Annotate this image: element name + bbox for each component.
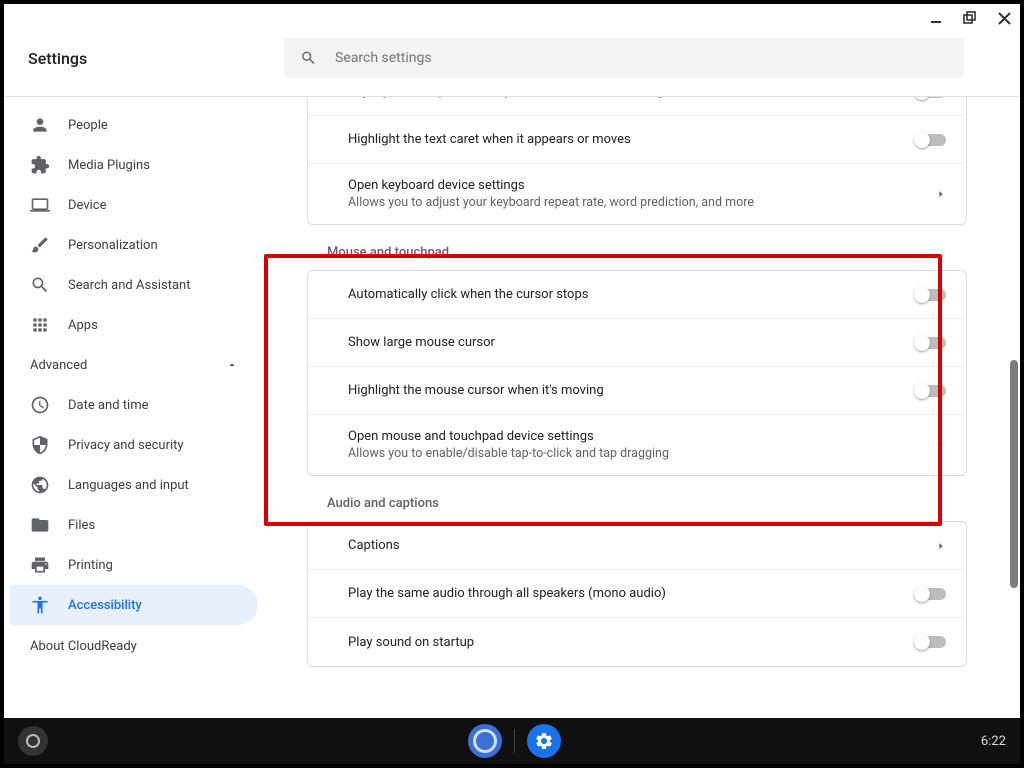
- setting-row-open-keyboard-settings[interactable]: Open keyboard device settings Allows you…: [308, 164, 966, 224]
- sidebar-item-apps[interactable]: Apps: [10, 305, 258, 345]
- setting-row-large-cursor[interactable]: Show large mouse cursor: [308, 319, 966, 367]
- taskbar-clock[interactable]: 6:22: [981, 734, 1006, 749]
- row-label: Captions: [348, 538, 400, 553]
- printer-icon: [30, 555, 50, 575]
- sidebar-item-label: Languages and input: [68, 478, 189, 493]
- sidebar-item-privacy-security[interactable]: Privacy and security: [10, 425, 258, 465]
- sidebar-item-languages-input[interactable]: Languages and input: [10, 465, 258, 505]
- setting-row-caret-highlight[interactable]: Highlight the text caret when it appears…: [308, 116, 966, 164]
- sidebar-item-label: Personalization: [68, 238, 158, 253]
- setting-row-startup-sound[interactable]: Play sound on startup: [308, 618, 966, 666]
- mouse-card: Automatically click when the cursor stop…: [307, 270, 967, 476]
- toggle[interactable]: [916, 636, 946, 648]
- globe-icon: [30, 475, 50, 495]
- header: Settings: [4, 32, 1020, 97]
- taskbar-browser[interactable]: [468, 724, 502, 758]
- brush-icon: [30, 235, 50, 255]
- chevron-right-icon: [936, 189, 946, 199]
- sidebar-item-label: Accessibility: [68, 598, 142, 613]
- page-title: Settings: [28, 49, 274, 68]
- toggle[interactable]: [916, 134, 946, 146]
- chevron-up-icon: [226, 359, 238, 371]
- toggle[interactable]: [916, 289, 946, 301]
- accessibility-icon: [30, 595, 50, 615]
- section-title-audio: Audio and captions: [307, 476, 967, 521]
- sidebar-item-people[interactable]: People: [10, 105, 258, 145]
- setting-row-cursor-highlight[interactable]: Highlight the mouse cursor when it's mov…: [308, 367, 966, 415]
- sidebar-item-label: Media Plugins: [68, 158, 150, 173]
- row-label: Highlight the text caret when it appears…: [348, 132, 631, 147]
- taskbar: 6:22: [4, 718, 1020, 764]
- sidebar-item-printing[interactable]: Printing: [10, 545, 258, 585]
- maximize-button[interactable]: [962, 10, 978, 26]
- row-label: Open mouse and touchpad device settings: [348, 429, 669, 444]
- row-sublabel: Allows you to adjust your keyboard repea…: [348, 195, 754, 210]
- clock-icon: [30, 395, 50, 415]
- search-icon: [300, 49, 317, 67]
- minimize-button[interactable]: [928, 10, 944, 26]
- sidebar-item-accessibility[interactable]: Accessibility: [10, 585, 258, 625]
- toggle[interactable]: [916, 385, 946, 397]
- sidebar-item-search-assistant[interactable]: Search and Assistant: [10, 265, 258, 305]
- setting-row-open-mouse-settings[interactable]: Open mouse and touchpad device settings …: [308, 415, 966, 475]
- setting-row-keyboard-focus-highlight[interactable]: Highlight the object with keyboard focus…: [308, 97, 966, 116]
- sidebar-item-label: Device: [68, 198, 107, 213]
- launcher-icon: [26, 734, 40, 748]
- taskbar-settings[interactable]: [527, 724, 561, 758]
- sidebar-item-label: People: [68, 118, 108, 133]
- row-label: Open keyboard device settings: [348, 178, 754, 193]
- sidebar-item-date-time[interactable]: Date and time: [10, 385, 258, 425]
- gear-icon: [534, 731, 554, 751]
- row-label: Highlight the object with keyboard focus…: [348, 97, 677, 99]
- laptop-icon: [30, 195, 50, 215]
- folder-icon: [30, 515, 50, 535]
- sidebar-advanced-label: Advanced: [30, 358, 87, 373]
- sidebar: People Media Plugins Device Personalizat…: [4, 97, 264, 764]
- sidebar-item-label: Files: [68, 518, 95, 533]
- sidebar-item-media-plugins[interactable]: Media Plugins: [10, 145, 258, 185]
- sidebar-item-label: Date and time: [68, 398, 149, 413]
- chevron-right-icon: [936, 440, 946, 450]
- sidebar-item-personalization[interactable]: Personalization: [10, 225, 258, 265]
- taskbar-divider: [514, 729, 515, 753]
- search-box[interactable]: [284, 38, 964, 78]
- search-input[interactable]: [335, 50, 948, 66]
- setting-row-captions[interactable]: Captions: [308, 522, 966, 570]
- row-label: Show large mouse cursor: [348, 335, 495, 350]
- row-label: Highlight the mouse cursor when it's mov…: [348, 383, 604, 398]
- toggle[interactable]: [916, 97, 946, 98]
- sidebar-about[interactable]: About CloudReady: [10, 625, 258, 668]
- sidebar-item-label: Apps: [68, 318, 98, 333]
- row-label: Play the same audio through all speakers…: [348, 586, 666, 601]
- row-label: Automatically click when the cursor stop…: [348, 287, 588, 302]
- sidebar-advanced-toggle[interactable]: Advanced: [10, 345, 258, 385]
- shield-icon: [30, 435, 50, 455]
- content-area: Highlight the object with keyboard focus…: [264, 97, 1020, 764]
- sidebar-item-label: Privacy and security: [68, 438, 184, 453]
- close-button[interactable]: [996, 10, 1012, 26]
- sidebar-item-label: Printing: [68, 558, 113, 573]
- setting-row-autoclick[interactable]: Automatically click when the cursor stop…: [308, 271, 966, 319]
- extension-icon: [30, 155, 50, 175]
- sidebar-item-files[interactable]: Files: [10, 505, 258, 545]
- search-icon: [30, 275, 50, 295]
- section-title-mouse: Mouse and touchpad: [307, 225, 967, 270]
- toggle[interactable]: [916, 337, 946, 349]
- apps-icon: [30, 315, 50, 335]
- chevron-right-icon: [936, 541, 946, 551]
- row-label: Play sound on startup: [348, 635, 474, 650]
- setting-row-mono-audio[interactable]: Play the same audio through all speakers…: [308, 570, 966, 618]
- sidebar-item-label: Search and Assistant: [68, 278, 191, 293]
- scrollbar-thumb[interactable]: [1010, 360, 1018, 588]
- launcher-button[interactable]: [18, 726, 48, 756]
- row-sublabel: Allows you to enable/disable tap-to-clic…: [348, 446, 669, 461]
- toggle[interactable]: [916, 588, 946, 600]
- window-titlebar: [4, 4, 1020, 32]
- sidebar-item-device[interactable]: Device: [10, 185, 258, 225]
- person-icon: [30, 115, 50, 135]
